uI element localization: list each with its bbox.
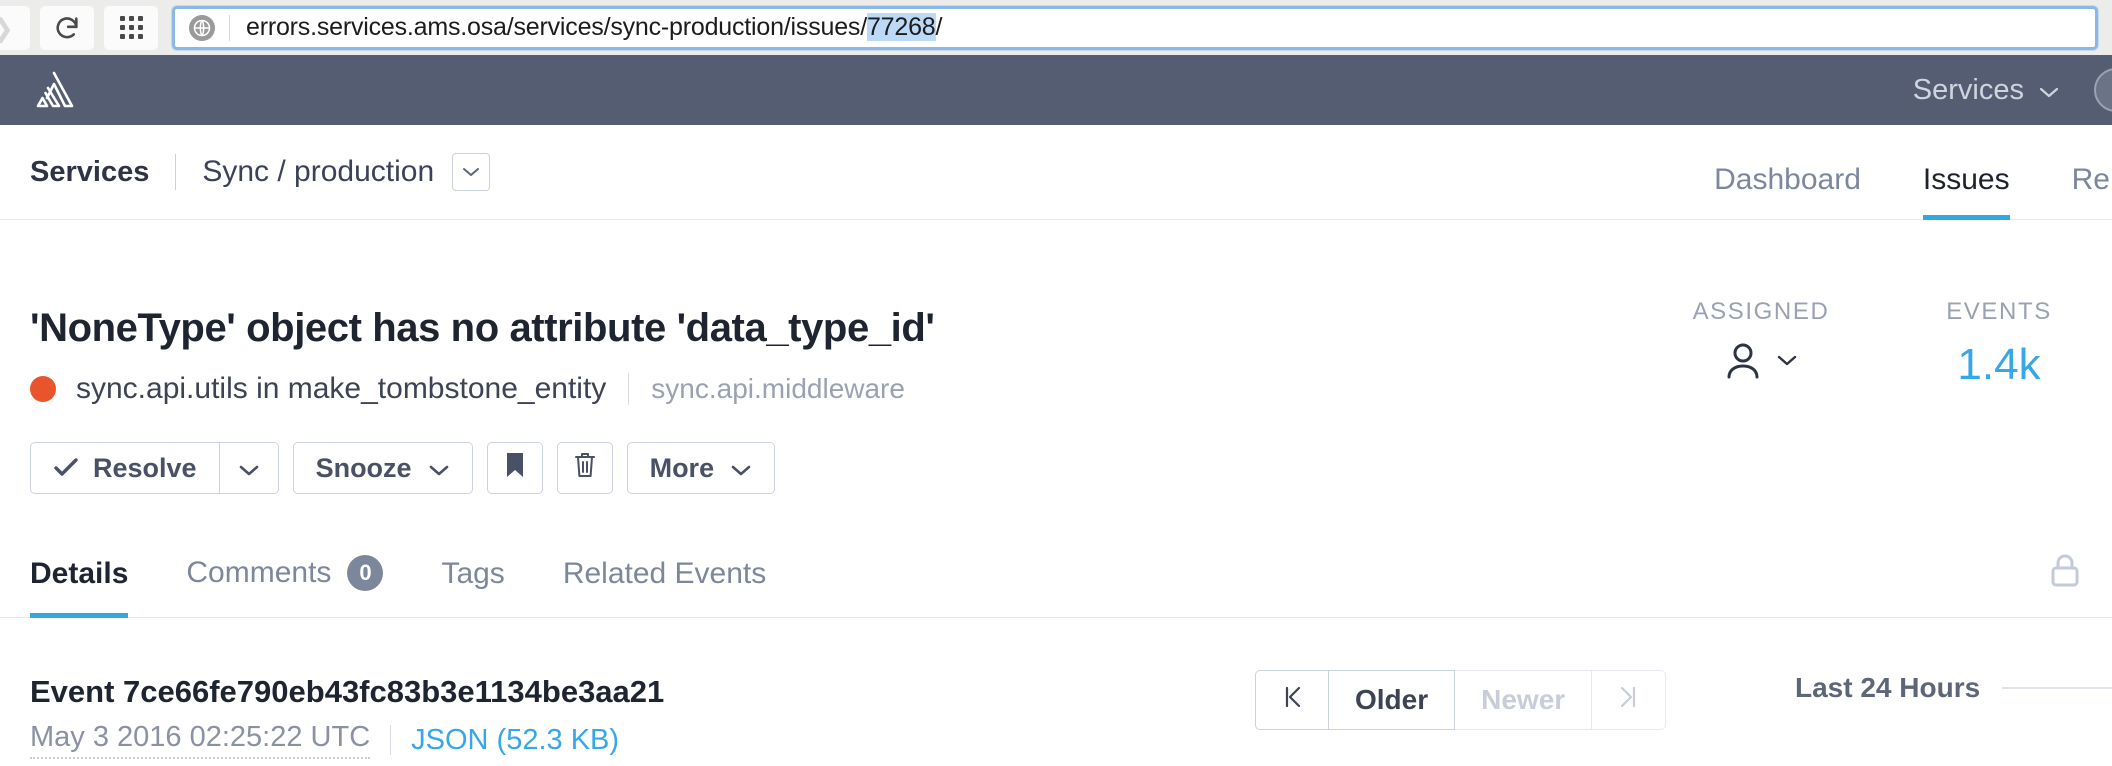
events-stat: EVENTS 1.4k <box>1886 220 2112 390</box>
services-menu-label: Services <box>1912 73 2024 106</box>
event-timestamp: May 3 2016 02:25:22 UTC <box>30 721 371 759</box>
event-meta: May 3 2016 02:25:22 UTC JSON (52.3 KB) <box>30 721 619 759</box>
project-dropdown-button[interactable] <box>452 153 491 191</box>
issue-culprit: sync.api.utils in make_tombstone_entity <box>76 372 607 405</box>
tab-tags-label: Tags <box>441 557 505 590</box>
event-id: Event 7ce66fe790eb43fc83b3e1134be3aa21 <box>30 674 665 709</box>
tab-details-label: Details <box>30 557 129 590</box>
resolve-button[interactable]: Resolve <box>30 442 219 494</box>
events-label: EVENTS <box>1946 298 2052 325</box>
address-bar[interactable]: errors.services.ams.osa/services/sync-pr… <box>172 5 2098 50</box>
chevron-down-icon <box>428 453 450 484</box>
pagination-newer-button: Newer <box>1455 670 1593 730</box>
apps-button[interactable] <box>104 5 158 50</box>
resolve-button-group: Resolve <box>30 442 279 494</box>
chevron-down-icon <box>1776 354 1798 372</box>
forward-arrow-icon: ❯ <box>0 15 14 41</box>
breadcrumb-org[interactable]: Services <box>30 156 149 189</box>
chevron-down-icon <box>2038 74 2060 107</box>
subtitle-divider <box>628 373 630 405</box>
chevron-down-icon <box>238 453 260 484</box>
tab-comments[interactable]: Comments 0 <box>186 555 384 617</box>
first-page-icon <box>1281 684 1303 717</box>
app-header-right: Services <box>1913 55 2112 125</box>
pagination-newer-label: Newer <box>1481 684 1566 715</box>
url-text: errors.services.ams.osa/services/sync-pr… <box>246 13 942 42</box>
apps-grid-icon <box>119 16 143 39</box>
meta-divider <box>390 725 392 755</box>
comments-count-badge: 0 <box>347 555 384 591</box>
snooze-button-label: Snooze <box>315 452 412 483</box>
url-divider <box>229 14 230 41</box>
pagination-older-label: Older <box>1355 684 1429 715</box>
browser-toolbar: ❯ errors.services.ams.osa/services/sync-… <box>0 0 2112 55</box>
lock-icon <box>2048 554 2082 594</box>
forward-button[interactable]: ❯ <box>0 5 30 50</box>
tab-related-events[interactable]: Related Events <box>563 557 766 617</box>
assignee-selector[interactable] <box>1636 340 1886 385</box>
assigned-stat: ASSIGNED <box>1636 220 1886 390</box>
page-title: 'NoneType' object has no attribute 'data… <box>30 306 935 350</box>
event-pagination: Older Newer <box>1255 670 1667 730</box>
check-icon <box>53 453 79 484</box>
sub-navigation: Services Sync / production Dashboard Iss… <box>0 125 2112 220</box>
more-button-label: More <box>649 452 715 483</box>
issue-actions: Resolve Snooze More <box>30 442 776 494</box>
bookmark-icon <box>504 451 526 486</box>
nav-tab-releases[interactable]: Relea <box>2072 163 2112 219</box>
issue-subtitle: sync.api.utils in make_tombstone_entity … <box>30 372 905 406</box>
main-nav-tabs: Dashboard Issues Relea <box>1652 125 2112 220</box>
tab-related-events-label: Related Events <box>562 557 767 590</box>
reload-icon <box>53 14 81 42</box>
tab-tags[interactable]: Tags <box>441 557 504 617</box>
nav-tab-issues[interactable]: Issues <box>1922 163 2010 220</box>
reload-button[interactable] <box>40 5 94 50</box>
more-button[interactable]: More <box>626 442 776 494</box>
breadcrumb-project[interactable]: Sync / production <box>202 155 434 189</box>
chart-range-header: Last 24 Hours <box>1795 672 2112 704</box>
pagination-last-button <box>1592 670 1667 730</box>
url-suffix: / <box>935 13 943 41</box>
pagination-first-button[interactable] <box>1255 670 1329 730</box>
chart-range-label: Last 24 Hours <box>1795 672 1981 703</box>
chevron-down-icon <box>730 453 752 484</box>
user-icon <box>1724 340 1762 385</box>
trash-icon <box>573 451 597 486</box>
breadcrumb: Services Sync / production <box>0 153 491 191</box>
level-dot-icon <box>30 376 56 402</box>
last-page-icon <box>1618 684 1640 717</box>
event-json-link[interactable]: JSON (52.3 KB) <box>411 724 619 757</box>
issue-module: sync.api.middleware <box>651 373 905 404</box>
breadcrumb-divider <box>175 154 177 190</box>
globe-icon <box>189 14 215 41</box>
tab-comments-label: Comments <box>186 556 332 589</box>
snooze-button[interactable]: Snooze <box>292 442 473 494</box>
sentry-logo-icon[interactable] <box>30 68 78 112</box>
pagination-older-button[interactable]: Older <box>1329 670 1456 730</box>
subscribe-lock-button[interactable] <box>2048 552 2112 617</box>
url-prefix: errors.services.ams.osa/services/sync-pr… <box>246 13 867 41</box>
nav-tab-dashboard[interactable]: Dashboard <box>1714 163 1861 219</box>
issue-stats: ASSIGNED EVENTS 1.4k <box>1636 220 2112 390</box>
assigned-label: ASSIGNED <box>1692 298 1830 325</box>
services-menu[interactable]: Services <box>1913 74 2094 107</box>
events-count[interactable]: 1.4k <box>1886 340 2112 390</box>
issue-header: 'NoneType' object has no attribute 'data… <box>0 220 2112 520</box>
resolve-button-label: Resolve <box>93 452 197 483</box>
tab-details[interactable]: Details <box>30 557 129 618</box>
avatar[interactable] <box>2094 68 2112 112</box>
chart-range-divider <box>2002 687 2112 689</box>
content-tabs: Details Comments 0 Tags Related Events <box>0 520 2112 618</box>
app-header: Services <box>0 55 2112 125</box>
resolve-dropdown-button[interactable] <box>218 442 279 494</box>
delete-button[interactable] <box>556 442 613 494</box>
url-highlight: 77268 <box>866 13 936 41</box>
bookmark-button[interactable] <box>486 442 543 494</box>
